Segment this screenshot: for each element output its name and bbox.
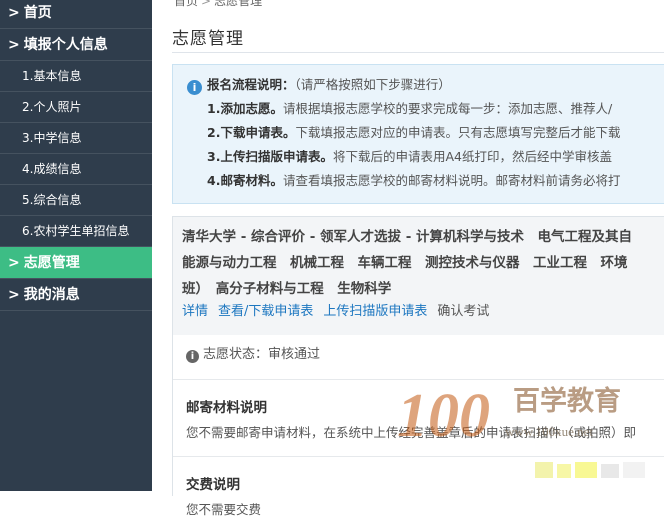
application-header: 清华大学 - 综合评价 - 领军人才选拔 - 计算机科学与技术 电气工程及其自 …: [173, 217, 664, 335]
nav-application-management-label: 志愿管理: [23, 255, 80, 271]
nav-fill-personal-info-label: 填报个人信息: [23, 37, 108, 53]
nav-comprehensive-info[interactable]: 5.综合信息: [0, 185, 152, 216]
fee-section-title: 交费说明: [186, 477, 240, 493]
status-value: 审核通过: [268, 347, 321, 362]
info-icon: i: [186, 350, 199, 363]
breadcrumb-home[interactable]: 首页: [174, 0, 198, 8]
step-text: 将下载后的申请表用A4纸打印，然后经中学审核盖: [332, 149, 612, 164]
sidebar: > 首页 > 填报个人信息 1.基本信息 2.个人照片 3.中学信息 4.成绩信息 …: [0, 0, 152, 491]
step-text: 请查看填报志愿学校的邮寄材料说明。邮寄材料前请务必将打: [282, 173, 621, 188]
application-status: i 志愿状态：审核通过: [186, 345, 664, 365]
breadcrumb: 首页 > 志愿管理: [174, 0, 262, 9]
application-actions: 详情 查看/下载申请表 上传扫描版申请表 确认考试: [182, 301, 664, 323]
step-title: 1.添加志愿。: [207, 101, 283, 116]
status-label: 志愿状态：: [203, 347, 269, 362]
nav-my-messages[interactable]: > 我的消息: [0, 279, 152, 311]
notice-step: 3.上传扫描版申请表。将下载后的申请表用A4纸打印，然后经中学审核盖: [187, 145, 664, 169]
process-notice: i 报名流程说明：（请严格按照如下步骤进行） 1.添加志愿。请根据填报志愿学校的要…: [172, 64, 664, 204]
notice-hint: （请严格按照如下步骤进行）: [294, 77, 451, 92]
section-divider: [173, 456, 664, 457]
application-majors-line: 清华大学 - 综合评价 - 领军人才选拔 - 计算机科学与技术 电气工程及其自: [182, 229, 633, 245]
step-text: 请根据填报志愿学校的要求完成每一步：添加志愿、推荐人/: [282, 101, 613, 116]
detail-link[interactable]: 详情: [182, 304, 208, 319]
nav-middle-school-info[interactable]: 3.中学信息: [0, 123, 152, 154]
notice-step: 2.下载申请表。下载填报志愿对应的申请表。只有志愿填写完整后才能下载: [187, 121, 664, 145]
step-title: 2.下载申请表。: [207, 125, 296, 140]
section-divider: [173, 379, 664, 380]
nav-personal-photo[interactable]: 2.个人照片: [0, 92, 152, 123]
nav-basic-info[interactable]: 1.基本信息: [0, 61, 152, 92]
step-title: 3.上传扫描版申请表。: [207, 149, 333, 164]
confirm-exam-link[interactable]: 确认考试: [437, 304, 489, 319]
breadcrumb-separator: >: [201, 0, 212, 8]
step-title: 4.邮寄材料。: [207, 173, 283, 188]
page-title: 志愿管理: [172, 29, 244, 49]
application-body: i 志愿状态：审核通过 邮寄材料说明 您不需要邮寄申请材料，在系统中上传经完善盖章…: [173, 345, 664, 519]
nav-home-label: 首页: [23, 5, 52, 21]
mail-section-text: 您不需要邮寄申请材料，在系统中上传经完善盖章后的申请表扫描件（或拍照）即: [186, 425, 637, 440]
application-majors-line: 班） 高分子材料与工程 生物科学: [182, 281, 392, 297]
nav-application-management[interactable]: > 志愿管理: [0, 247, 152, 279]
nav-my-messages-label: 我的消息: [23, 287, 80, 303]
chevron-right-icon: >: [8, 255, 20, 271]
nav-fill-personal-info[interactable]: > 填报个人信息: [0, 29, 152, 61]
download-form-link[interactable]: 查看/下载申请表: [218, 304, 313, 319]
upload-scan-link[interactable]: 上传扫描版申请表: [323, 304, 427, 319]
application-majors-line: 能源与动力工程 机械工程 车辆工程 测控技术与仪器 工业工程 环境: [182, 255, 628, 271]
notice-lead: 报名流程说明：: [207, 77, 295, 92]
chevron-right-icon: >: [8, 37, 20, 53]
title-divider: [172, 52, 664, 53]
application-card: 清华大学 - 综合评价 - 领军人才选拔 - 计算机科学与技术 电气工程及其自 …: [172, 216, 664, 517]
notice-step: 4.邮寄材料。请查看填报志愿学校的邮寄材料说明。邮寄材料前请务必将打: [187, 169, 664, 193]
fee-section-text: 您不需要交费: [186, 502, 262, 517]
step-text: 下载填报志愿对应的申请表。只有志愿填写完整后才能下载: [295, 125, 621, 140]
breadcrumb-current: 志愿管理: [214, 0, 263, 8]
main-content: 首页 > 志愿管理 志愿管理 i 报名流程说明：（请严格按照如下步骤进行） 1.添加志…: [152, 0, 664, 517]
chevron-right-icon: >: [8, 5, 20, 21]
mail-section-title: 邮寄材料说明: [186, 400, 267, 416]
chevron-right-icon: >: [8, 287, 20, 303]
notice-step: 1.添加志愿。请根据填报志愿学校的要求完成每一步：添加志愿、推荐人/: [187, 97, 664, 121]
nav-score-info[interactable]: 4.成绩信息: [0, 154, 152, 185]
nav-rural-student-info[interactable]: 6.农村学生单招信息: [0, 216, 152, 247]
info-icon: i: [187, 80, 202, 95]
nav-home[interactable]: > 首页: [0, 0, 152, 29]
